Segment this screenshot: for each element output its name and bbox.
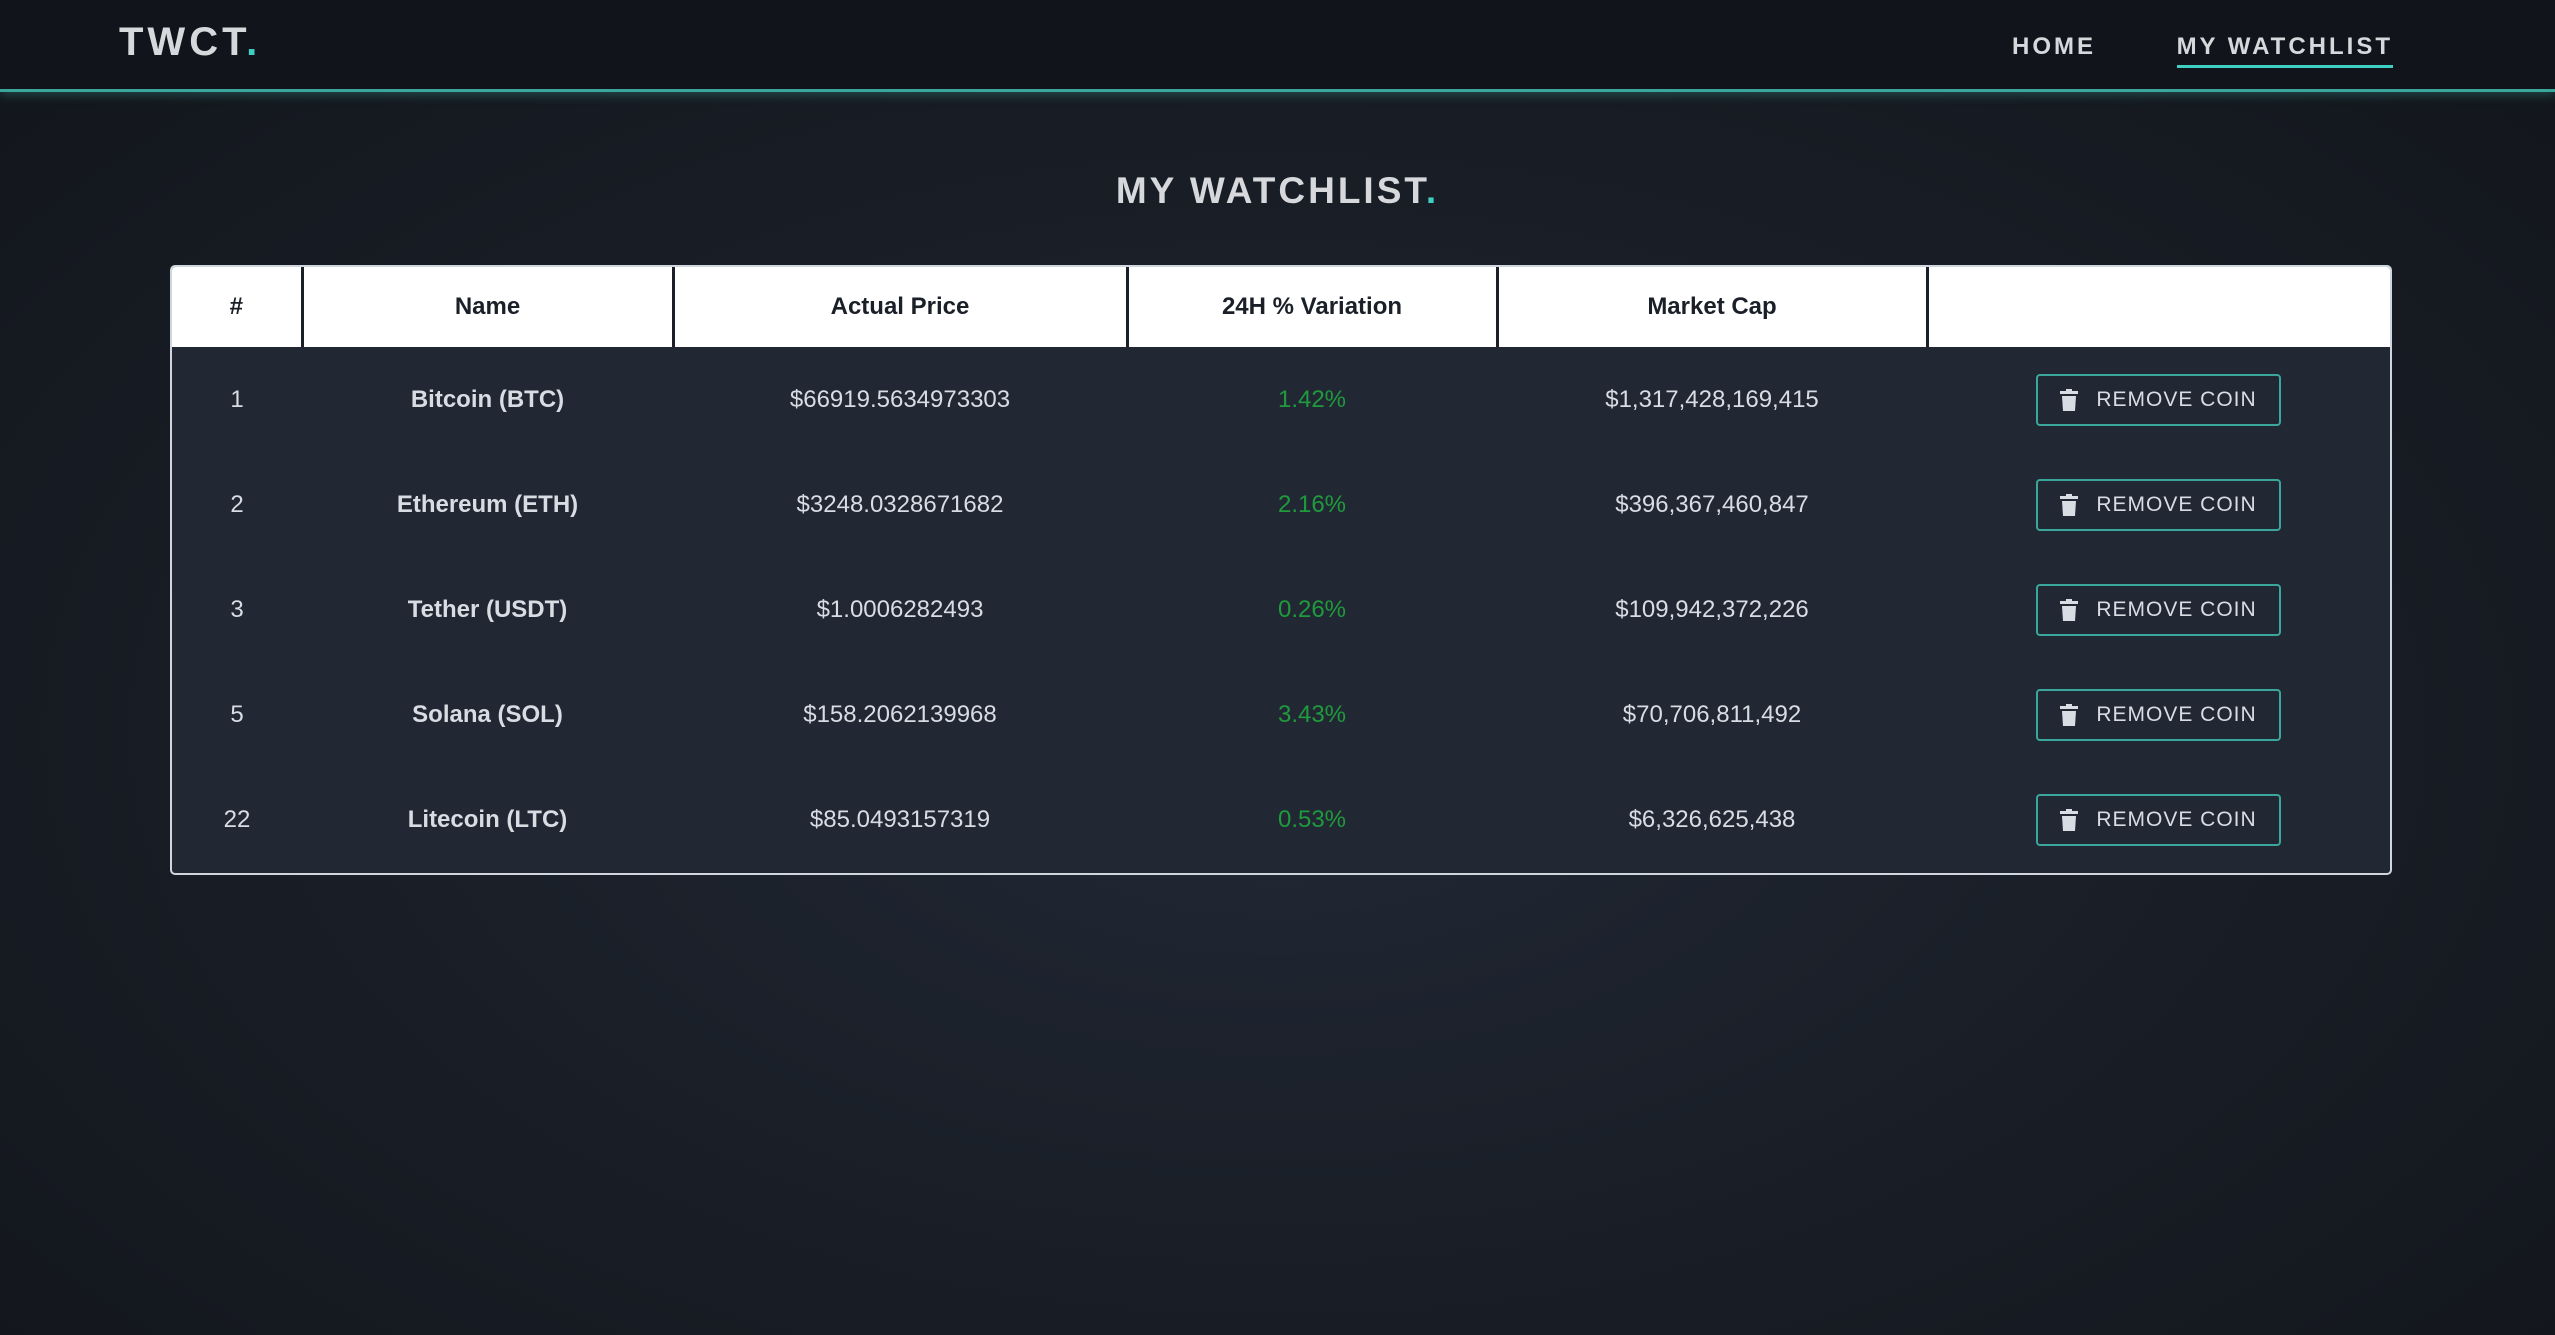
top-navbar: TWCT. HOME MY WATCHLIST [0, 0, 2555, 92]
rank-cell: 1 [230, 385, 244, 413]
watchlist-table: # Name Actual Price 24H % Variation Mark… [172, 267, 2390, 872]
action-cell: REMOVE COIN [1927, 347, 2390, 452]
trash-icon [2060, 598, 2079, 621]
market-cap-cell: $396,367,460,847 [1615, 490, 1809, 518]
variation-cell: 0.53% [1277, 805, 1347, 833]
column-header-price: Actual Price [673, 267, 1129, 347]
variation-cell: 3.43% [1277, 700, 1347, 728]
price-cell: $158.2062139968 [803, 700, 997, 728]
page-title-text: MY WATCHLIST [1115, 170, 1426, 211]
page-title: MY WATCHLIST. [0, 170, 2555, 212]
remove-coin-label: REMOVE COIN [2096, 702, 2257, 726]
rank-cell: 5 [230, 700, 244, 728]
rank-cell: 2 [230, 490, 244, 518]
remove-coin-button[interactable]: REMOVE COIN [2036, 793, 2281, 846]
trash-icon [2060, 388, 2079, 411]
column-header-rank: # [172, 267, 304, 347]
watchlist-table-container: # Name Actual Price 24H % Variation Mark… [170, 265, 2392, 875]
page-title-dot: . [1425, 170, 1440, 211]
coin-name-cell: Tether (USDT) [407, 595, 568, 623]
column-header-name: Name [302, 267, 675, 347]
table-header: # Name Actual Price 24H % Variation Mark… [172, 267, 2390, 347]
price-cell: $1.0006282493 [816, 595, 984, 623]
remove-coin-button[interactable]: REMOVE COIN [2036, 373, 2281, 426]
action-cell: REMOVE COIN [1927, 662, 2390, 767]
table-row: 22 Litecoin (LTC) $85.0493157319 0.53% $… [172, 767, 2390, 872]
remove-coin-button[interactable]: REMOVE COIN [2036, 688, 2281, 741]
table-row: 2 Ethereum (ETH) $3248.0328671682 2.16% … [172, 452, 2390, 557]
table-row: 1 Bitcoin (BTC) $66919.5634973303 1.42% … [172, 347, 2390, 452]
table-header-row: # Name Actual Price 24H % Variation Mark… [172, 267, 2390, 347]
variation-cell: 1.42% [1277, 385, 1347, 413]
column-header-market-cap: Market Cap [1497, 267, 1929, 347]
action-cell: REMOVE COIN [1927, 452, 2390, 557]
rank-cell: 22 [223, 805, 251, 833]
variation-cell: 0.26% [1277, 595, 1347, 623]
nav-home-link[interactable]: HOME [2012, 33, 2096, 61]
remove-coin-label: REMOVE COIN [2096, 597, 2257, 621]
action-cell: REMOVE COIN [1927, 767, 2390, 872]
market-cap-cell: $6,326,625,438 [1628, 805, 1796, 833]
rank-cell: 3 [230, 595, 244, 623]
coin-name-cell: Solana (SOL) [412, 700, 563, 728]
brand-text[interactable]: TWCT [119, 20, 246, 64]
remove-coin-button[interactable]: REMOVE COIN [2036, 583, 2281, 636]
action-cell: REMOVE COIN [1927, 557, 2390, 662]
market-cap-cell: $109,942,372,226 [1615, 595, 1809, 623]
variation-cell: 2.16% [1277, 490, 1347, 518]
price-cell: $85.0493157319 [809, 805, 991, 833]
table-body: 1 Bitcoin (BTC) $66919.5634973303 1.42% … [172, 347, 2390, 872]
coin-name-cell: Litecoin (LTC) [407, 805, 568, 833]
trash-icon [2060, 703, 2079, 726]
table-row: 5 Solana (SOL) $158.2062139968 3.43% $70… [172, 662, 2390, 767]
market-cap-cell: $70,706,811,492 [1622, 700, 1802, 728]
price-cell: $66919.5634973303 [789, 385, 1011, 413]
column-header-variation: 24H % Variation [1127, 267, 1499, 347]
trash-icon [2060, 493, 2079, 516]
brand-logo[interactable]: TWCT. [119, 20, 261, 65]
remove-coin-label: REMOVE COIN [2096, 807, 2257, 831]
remove-coin-button[interactable]: REMOVE COIN [2036, 478, 2281, 531]
coin-name-cell: Bitcoin (BTC) [410, 385, 565, 413]
nav-watchlist-link[interactable]: MY WATCHLIST [2176, 33, 2393, 68]
column-header-actions [1927, 267, 2390, 347]
coin-name-cell: Ethereum (ETH) [396, 490, 579, 518]
brand-dot: . [246, 20, 262, 64]
remove-coin-label: REMOVE COIN [2096, 387, 2257, 411]
trash-icon [2060, 808, 2079, 831]
table-row: 3 Tether (USDT) $1.0006282493 0.26% $109… [172, 557, 2390, 662]
remove-coin-label: REMOVE COIN [2096, 492, 2257, 516]
price-cell: $3248.0328671682 [796, 490, 1004, 518]
market-cap-cell: $1,317,428,169,415 [1605, 385, 1819, 413]
